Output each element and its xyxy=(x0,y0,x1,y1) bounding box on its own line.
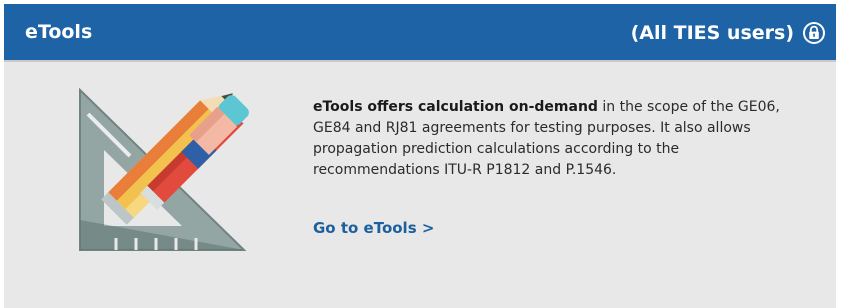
description: eTools offers calculation on-demand in t… xyxy=(313,97,803,181)
access-indicator: (All TIES users) xyxy=(631,20,826,46)
description-lead: eTools offers calculation on-demand xyxy=(313,99,598,115)
access-label: (All TIES users) xyxy=(630,22,794,44)
lock-icon xyxy=(803,22,825,44)
drafting-tools-icon xyxy=(79,87,249,251)
card-header: eTools (All TIES users) xyxy=(4,4,836,62)
card-title: eTools xyxy=(25,21,93,43)
etools-card: eTools (All TIES users) eTools offers ca… xyxy=(4,4,836,308)
go-to-etools-link[interactable]: Go to eTools > xyxy=(313,218,434,238)
